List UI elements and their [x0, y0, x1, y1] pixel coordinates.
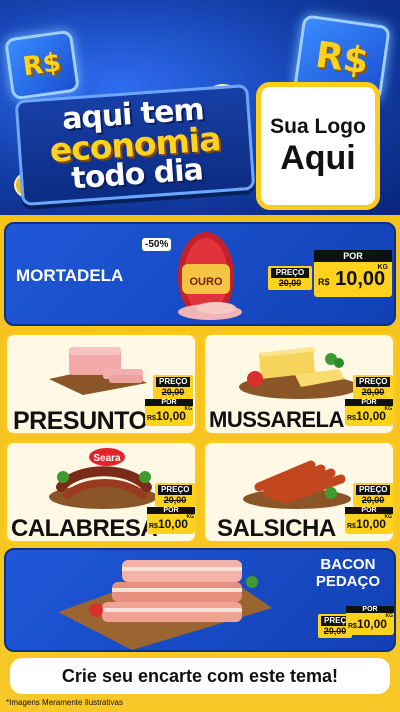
new-price-box: R$10,00 KG — [345, 406, 393, 426]
old-price-value: 20,00 — [361, 387, 385, 397]
header-banner: R$ R$ $ $ $ aqui tem economia todo dia S… — [0, 0, 400, 215]
old-price-value: 20,00 — [361, 495, 385, 505]
calabresa-image: Seara — [49, 448, 157, 509]
brand-label: OURO — [190, 276, 223, 288]
product-name: CALABRESA — [11, 515, 158, 542]
call-to-action-text: Crie seu encarte com este tema! — [61, 665, 339, 686]
unit: KG — [385, 613, 394, 619]
unit: KG — [184, 406, 193, 412]
old-price-label: PREÇO — [356, 377, 390, 387]
product-card-mortadela: MORTADELA -50% OURO PREÇO 20,00 POR R$ 1… — [4, 222, 396, 326]
salsicha-image — [243, 460, 351, 509]
new-price-label: POR — [346, 606, 394, 613]
brand-logo: Seara — [93, 453, 121, 464]
new-price-label: POR — [314, 250, 392, 262]
new-price-value: 10,00 — [155, 409, 186, 423]
old-price-tag: PREÇO 20,00 — [268, 266, 312, 290]
new-price-box: R$10,00 KG — [147, 514, 195, 534]
old-price-value: 20,00 — [278, 278, 302, 288]
new-price-value: 10,00 — [356, 617, 387, 631]
currency: R$ — [347, 415, 356, 422]
unit: KG — [384, 406, 393, 412]
new-price-label: POR — [147, 507, 195, 514]
product-name-line-1: BACON — [320, 556, 376, 573]
old-price-tag: PREÇO 20,00 — [153, 375, 193, 399]
old-price-label: PREÇO — [156, 377, 190, 387]
mussarela-image — [239, 347, 359, 399]
presunto-image — [49, 347, 147, 395]
old-price-tag: PREÇO 20,00 — [353, 375, 393, 399]
product-card-presunto: PRESUNTO PREÇO 20,00 POR R$10,00 KG — [4, 332, 198, 436]
old-price-tag: PREÇO 20,00 — [353, 483, 393, 507]
product-name: BACON PEDAÇO — [316, 556, 380, 590]
unit: KG — [384, 514, 393, 520]
new-price-box: R$10,00 KG — [346, 613, 394, 635]
disclaimer: *Imagens Meramente Ilustrativas — [6, 698, 123, 707]
old-price-tag: PREÇO 20,00 — [155, 483, 195, 507]
old-price-value: 20,00 — [163, 495, 187, 505]
bacon-image — [58, 560, 272, 650]
new-price-tag: POR R$10,00 KG — [345, 399, 393, 426]
old-price-label: PREÇO — [321, 616, 352, 626]
call-to-action-banner: Crie seu encarte com este tema! — [10, 658, 390, 694]
product-card-mussarela: MUSSARELA PREÇO 20,00 POR R$10,00 KG — [202, 332, 396, 436]
new-price-value: 10,00 — [157, 517, 188, 531]
currency: R$ — [318, 277, 330, 287]
new-price-label: POR — [145, 399, 193, 406]
currency: R$ — [147, 415, 156, 422]
product-name: PRESUNTO — [13, 407, 148, 435]
new-price-tag: POR R$10,00 KG — [346, 606, 394, 635]
product-name-line-2: PEDAÇO — [315, 573, 380, 590]
new-price-value: 10,00 — [355, 517, 386, 531]
logo-text-line-1: Sua Logo — [270, 114, 366, 138]
new-price-label: POR — [345, 399, 393, 406]
product-card-bacon: BACON PEDAÇO PREÇO 20,00 POR R$10,00 KG — [4, 548, 396, 652]
product-name: MUSSARELA — [209, 407, 344, 432]
unit: KG — [186, 514, 195, 520]
new-price-label: POR — [345, 507, 393, 514]
logo-placeholder: Sua Logo Aqui — [256, 82, 380, 210]
old-price-label: PREÇO — [158, 485, 192, 495]
currency: R$ — [347, 523, 356, 530]
product-card-calabresa: Seara CALABRESA PREÇO 20,00 POR R$10,00 … — [4, 440, 198, 544]
product-card-salsicha: SALSICHA PREÇO 20,00 POR R$10,00 KG — [202, 440, 396, 544]
mortadela-image: OURO — [178, 232, 242, 320]
new-price-tag: POR R$10,00 KG — [345, 507, 393, 534]
logo-text-line-2: Aqui — [280, 138, 356, 177]
currency: R$ — [348, 623, 357, 630]
old-price-value: 20,00 — [161, 387, 185, 397]
unit: KG — [377, 264, 389, 271]
old-price-value: 20,00 — [323, 626, 347, 636]
coin-icon: R$ — [4, 29, 80, 101]
new-price-tag: POR R$ 10,00 KG — [314, 250, 392, 297]
new-price-value: 10,00 — [355, 409, 386, 423]
new-price-box: R$10,00 KG — [345, 514, 393, 534]
old-price-label: PREÇO — [271, 268, 309, 278]
new-price-value: 10,00 — [335, 268, 386, 290]
new-price-box: R$ 10,00 KG — [314, 262, 392, 297]
currency: R$ — [149, 523, 158, 530]
old-price-label: PREÇO — [356, 485, 390, 495]
slogan-badge: aqui tem economia todo dia — [14, 83, 256, 207]
product-name: SALSICHA — [217, 515, 336, 542]
new-price-tag: POR R$10,00 KG — [145, 399, 193, 426]
new-price-tag: POR R$10,00 KG — [147, 507, 195, 534]
new-price-box: R$10,00 KG — [145, 406, 193, 426]
product-name: MORTADELA — [16, 266, 124, 285]
